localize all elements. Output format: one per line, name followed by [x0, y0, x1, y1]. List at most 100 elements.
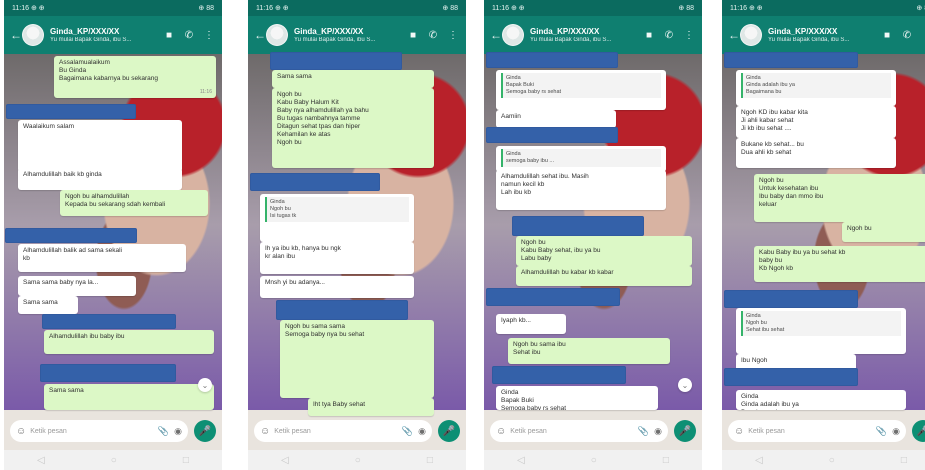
status-right: ⊕ 88 — [198, 5, 214, 12]
redaction-bar — [486, 127, 618, 143]
phone-screenshot-2: 11:16 ⊕ ⊕ ⊕ 88 ← Ginda_KP/XXX/XX Yu mula… — [248, 0, 466, 470]
contact-subtitle: Yu mulai Bapak Ginda, ibu S... — [530, 37, 612, 43]
mic-button[interactable]: 🎤 — [674, 420, 696, 442]
redaction-bar — [270, 52, 402, 70]
video-call-icon[interactable]: ■ — [642, 28, 656, 42]
avatar[interactable] — [502, 24, 524, 46]
back-nav-icon[interactable]: ◁ — [37, 455, 45, 466]
mic-button[interactable]: 🎤 — [438, 420, 460, 442]
phone-icon[interactable]: ✆ — [662, 28, 676, 42]
scroll-down-button[interactable]: ⌄ — [198, 378, 212, 392]
camera-icon[interactable]: ◉ — [418, 426, 426, 437]
back-arrow-icon[interactable]: ← — [254, 28, 266, 42]
contact-info[interactable]: Ginda_KP/XXX/XX Yu mulai Bapak Ginda, ib… — [768, 27, 874, 43]
back-arrow-icon[interactable]: ← — [728, 28, 740, 42]
recent-nav-icon[interactable]: □ — [183, 455, 189, 466]
message-bubble: Ngoh bu — [842, 222, 925, 242]
contact-name: Ginda_KP/XXX/XX — [50, 27, 120, 36]
recent-nav-icon[interactable]: □ — [427, 455, 433, 466]
redaction-bar — [486, 288, 620, 306]
redaction-bar — [250, 173, 380, 191]
message-bubble: Ngoh bu Kabu Baby Halum Kit Baby nya alh… — [272, 88, 434, 168]
contact-info[interactable]: Ginda_KP/XXX/XX Yu mulai Bapak Ginda, ib… — [530, 27, 636, 43]
attach-icon[interactable]: 📎 — [638, 426, 649, 437]
message-time: 11:16 — [199, 89, 212, 95]
menu-icon[interactable]: ⋮ — [682, 28, 696, 42]
home-nav-icon[interactable]: ○ — [355, 455, 361, 466]
avatar[interactable] — [22, 24, 44, 46]
home-nav-icon[interactable]: ○ — [111, 455, 117, 466]
message-input[interactable]: Ketik pesan — [30, 428, 153, 435]
recent-nav-icon[interactable]: □ — [901, 455, 907, 466]
message-bubble: Ginda semoga baby ibu ... — [496, 146, 666, 172]
camera-icon[interactable]: ◉ — [174, 426, 182, 437]
message-input-bar[interactable]: ☺ Ketik pesan 📎 ◉ — [490, 420, 668, 442]
redaction-bar — [724, 368, 858, 386]
message-bubble: Ginda Ngoh bu Isi tugas tk — [260, 194, 414, 242]
emoji-icon[interactable]: ☺ — [734, 426, 744, 437]
message-bubble: Assalamualaikum Bu Ginda Bagaimana kabar… — [54, 56, 216, 98]
video-call-icon[interactable]: ■ — [880, 28, 894, 42]
emoji-icon[interactable]: ☺ — [260, 426, 270, 437]
redaction-bar — [42, 314, 176, 329]
recent-nav-icon[interactable]: □ — [663, 455, 669, 466]
message-bubble: Ngoh KD ibu kabar kita Ji ahli kabar seh… — [736, 106, 896, 138]
message-bubble: Ngoh bu Untuk kesehatan ibu Ibu baby dan… — [754, 174, 925, 222]
redaction-bar — [492, 366, 626, 384]
message-bubble: Ginda Ginda adalah ibu ya Bagaimana bu — [736, 70, 896, 106]
status-bar: 11:16 ⊕ ⊕ ⊕ 88 — [722, 0, 925, 16]
back-arrow-icon[interactable]: ← — [490, 28, 502, 42]
back-nav-icon[interactable]: ◁ — [517, 455, 525, 466]
mic-button[interactable]: 🎤 — [194, 420, 216, 442]
menu-icon[interactable]: ⋮ — [920, 28, 925, 42]
menu-icon[interactable]: ⋮ — [446, 28, 460, 42]
video-call-icon[interactable]: ■ — [406, 28, 420, 42]
phone-icon[interactable]: ✆ — [182, 28, 196, 42]
message-input[interactable]: Ketik pesan — [510, 428, 633, 435]
phone-icon[interactable]: ✆ — [900, 28, 914, 42]
emoji-icon[interactable]: ☺ — [496, 426, 506, 437]
message-input[interactable]: Ketik pesan — [274, 428, 397, 435]
message-input[interactable]: Ketik pesan — [748, 428, 871, 435]
message-bubble: Alhamdulillah bu kabar kb kabar — [516, 266, 692, 286]
scroll-down-button[interactable]: ⌄ — [678, 378, 692, 392]
avatar[interactable] — [740, 24, 762, 46]
android-navbar: ◁ ○ □ — [722, 450, 925, 470]
message-input-bar[interactable]: ☺ Ketik pesan 📎 ◉ — [10, 420, 188, 442]
status-left: 11:16 ⊕ ⊕ — [256, 5, 289, 12]
attach-icon[interactable]: 📎 — [402, 426, 413, 437]
phone-icon[interactable]: ✆ — [426, 28, 440, 42]
attach-icon[interactable]: 📎 — [158, 426, 169, 437]
android-navbar: ◁ ○ □ — [248, 450, 466, 470]
phone-screenshot-3: 11:16 ⊕ ⊕ ⊕ 88 ← Ginda_KP/XXX/XX Yu mula… — [484, 0, 702, 470]
message-input-bar[interactable]: ☺ Ketik pesan 📎 ◉ — [728, 420, 906, 442]
message-bubble: Bukane kb sehat... bu Dua ahli kb sehat — [736, 138, 896, 168]
camera-icon[interactable]: ◉ — [654, 426, 662, 437]
avatar[interactable] — [266, 24, 288, 46]
video-call-icon[interactable]: ■ — [162, 28, 176, 42]
back-nav-icon[interactable]: ◁ — [281, 455, 289, 466]
home-nav-icon[interactable]: ○ — [829, 455, 835, 466]
message-bubble: Ih ya ibu kb, hanya bu ngk kr alan ibu — [260, 242, 414, 274]
emoji-icon[interactable]: ☺ — [16, 426, 26, 437]
contact-info[interactable]: Ginda_KP/XXX/XX Yu mulai Bapak Ginda, ib… — [50, 27, 156, 43]
mic-button[interactable]: 🎤 — [912, 420, 925, 442]
message-input-bar[interactable]: ☺ Ketik pesan 📎 ◉ — [254, 420, 432, 442]
contact-subtitle: Yu mulai Bapak Ginda, ibu S... — [50, 37, 132, 43]
back-nav-icon[interactable]: ◁ — [755, 455, 763, 466]
redaction-bar — [724, 290, 858, 308]
status-bar: 11:16 ⊕ ⊕ ⊕ 88 — [4, 0, 222, 16]
chat-header: ← Ginda_KP/XXX/XX Yu mulai Bapak Ginda, … — [248, 16, 466, 54]
status-right: ⊕ 88 — [678, 5, 694, 12]
menu-icon[interactable]: ⋮ — [202, 28, 216, 42]
attach-icon[interactable]: 📎 — [876, 426, 887, 437]
back-arrow-icon[interactable]: ← — [10, 28, 22, 42]
contact-info[interactable]: Ginda_KP/XXX/XX Yu mulai Bapak Ginda, ib… — [294, 27, 400, 43]
redaction-bar — [512, 216, 644, 236]
message-bubble: Ngoh bu sama ibu Sehat ibu — [508, 338, 670, 364]
message-bubble: Sama sama baby nya la... — [18, 276, 136, 296]
home-nav-icon[interactable]: ○ — [591, 455, 597, 466]
camera-icon[interactable]: ◉ — [892, 426, 900, 437]
contact-name: Ginda_KP/XXX/XX — [530, 27, 600, 36]
chat-header: ← Ginda_KP/XXX/XX Yu mulai Bapak Ginda, … — [484, 16, 702, 54]
